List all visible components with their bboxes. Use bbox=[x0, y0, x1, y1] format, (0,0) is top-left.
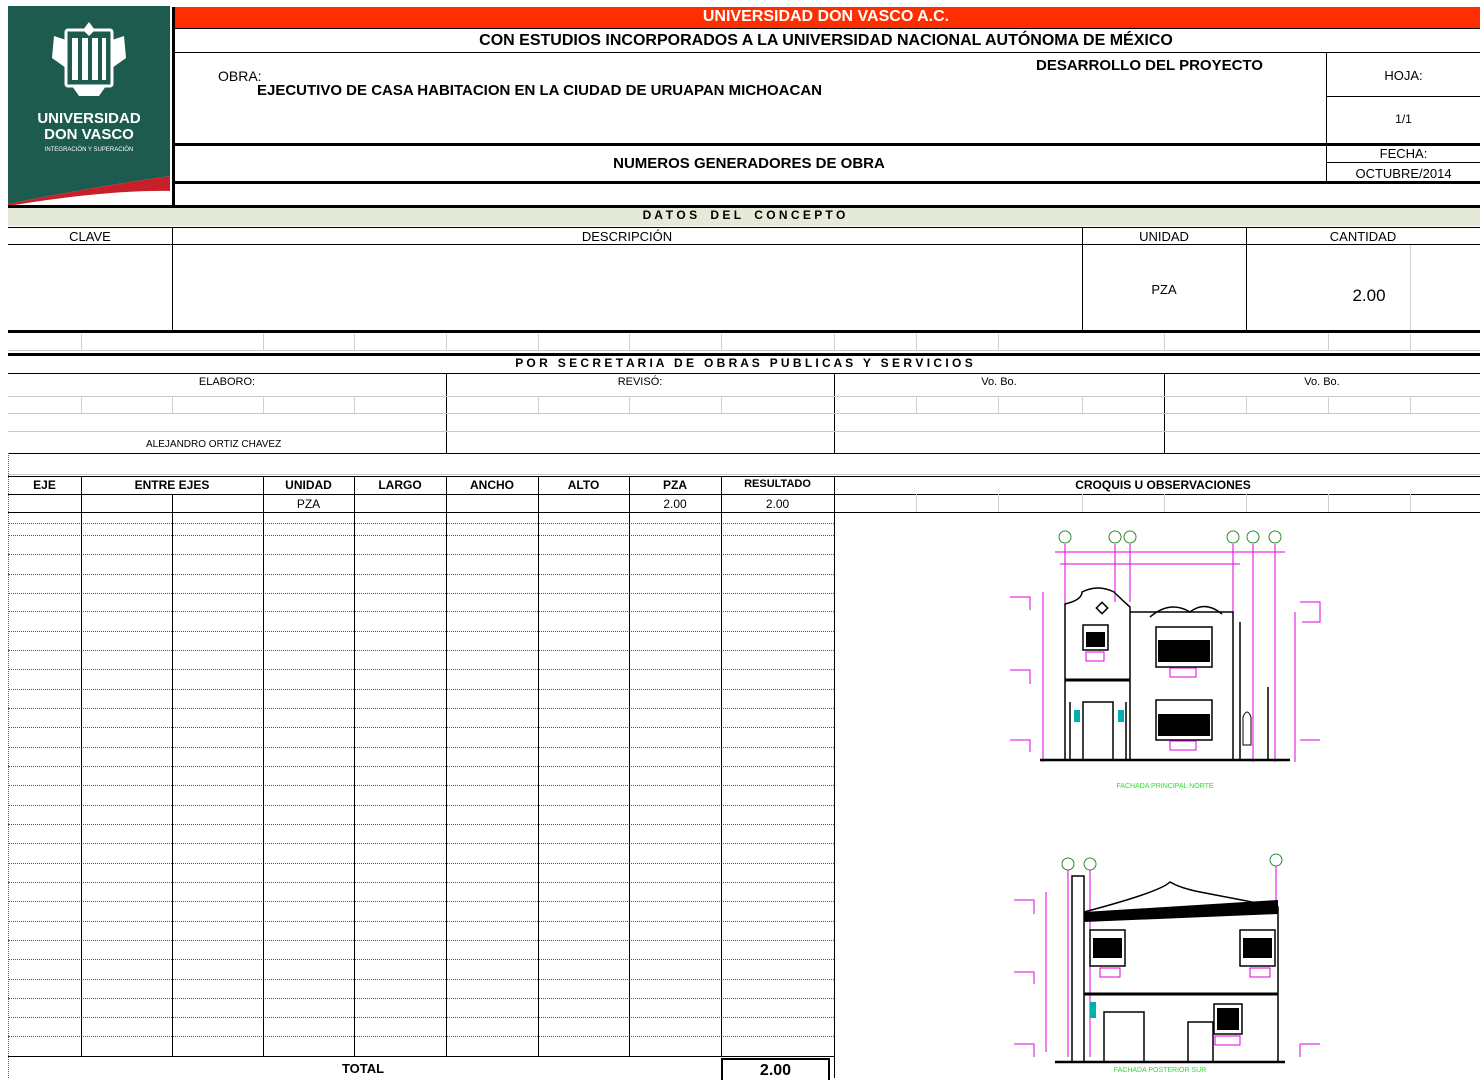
university-name: UNIVERSIDAD DON VASCO A.C. bbox=[702, 8, 950, 25]
rear-elevation-drawing bbox=[1014, 853, 1320, 1064]
reviso-label: REVISÓ: bbox=[617, 376, 663, 388]
vobo1-label: Vo. Bo. bbox=[981, 376, 1017, 388]
obra-label: OBRA: bbox=[218, 68, 262, 84]
front-elevation-drawing bbox=[1010, 530, 1321, 762]
incorporation-text: CON ESTUDIOS INCORPORADOS A LA UNIVERSID… bbox=[479, 32, 1173, 49]
elaboro-name: ALEJANDRO ORTIZ CHAVEZ bbox=[146, 439, 282, 450]
fecha-value: OCTUBRE/2014 bbox=[1355, 166, 1452, 181]
signatures-title: P O R S E C R E T A R I A D E O B R A S … bbox=[515, 356, 973, 370]
croquis-header: CROQUIS U OBSERVACIONES bbox=[1075, 478, 1251, 492]
elaboro-label: ELABORO: bbox=[198, 376, 256, 388]
front-caption: FACHADA PRINCIPAL NORTE bbox=[1116, 783, 1214, 790]
vobo2-label: Vo. Bo. bbox=[1304, 376, 1340, 388]
subtitle: NUMEROS GENERADORES DE OBRA bbox=[613, 155, 885, 172]
logo-graphic bbox=[8, 6, 170, 206]
row1-resultado: 2.00 bbox=[765, 497, 790, 511]
row1-pza: 2.00 bbox=[663, 497, 687, 511]
col-entre-ejes: ENTRE EJES bbox=[134, 478, 210, 492]
obra-value: EJECUTIVO DE CASA HABITACION EN LA CIUDA… bbox=[257, 82, 823, 99]
total-label: TOTAL bbox=[341, 1061, 385, 1076]
header-cantidad: CANTIDAD bbox=[1329, 229, 1397, 244]
col-ancho: ANCHO bbox=[470, 478, 514, 492]
col-unidad: UNIDAD bbox=[285, 478, 332, 492]
hoja-label: HOJA: bbox=[1384, 68, 1423, 83]
col-pza: PZA bbox=[663, 478, 687, 492]
concept-title: D A T O S D E L C O N C E P T O bbox=[642, 208, 846, 222]
logo-text-line1: UNIVERSIDAD bbox=[37, 110, 141, 127]
project-phase: DESARROLLO DEL PROYECTO bbox=[1036, 57, 1263, 74]
col-resultado: RESULTADO bbox=[744, 478, 811, 490]
logo-text-line2: DON VASCO bbox=[44, 126, 134, 143]
header-clave: CLAVE bbox=[69, 229, 111, 244]
col-alto: ALTO bbox=[567, 478, 600, 492]
university-logo: UNIVERSIDAD DON VASCO INTEGRACIÓN Y SUPE… bbox=[8, 6, 170, 206]
fecha-label: FECHA: bbox=[1379, 146, 1428, 161]
total-value: 2.00 bbox=[759, 1062, 792, 1079]
rear-caption: FACHADA POSTERIOR SUR bbox=[1113, 1067, 1207, 1074]
col-largo: LARGO bbox=[378, 478, 422, 492]
header-unidad: UNIDAD bbox=[1139, 229, 1189, 244]
row1-unidad: PZA bbox=[296, 497, 321, 511]
hoja-value: 1/1 bbox=[1395, 112, 1412, 126]
logo-motto: INTEGRACIÓN Y SUPERACIÓN bbox=[44, 147, 134, 153]
concept-unidad: PZA bbox=[1151, 282, 1177, 297]
header-descripcion: DESCRIPCIÓN bbox=[581, 229, 673, 244]
col-eje: EJE bbox=[33, 478, 56, 492]
concept-cantidad: 2.00 bbox=[1352, 286, 1386, 305]
